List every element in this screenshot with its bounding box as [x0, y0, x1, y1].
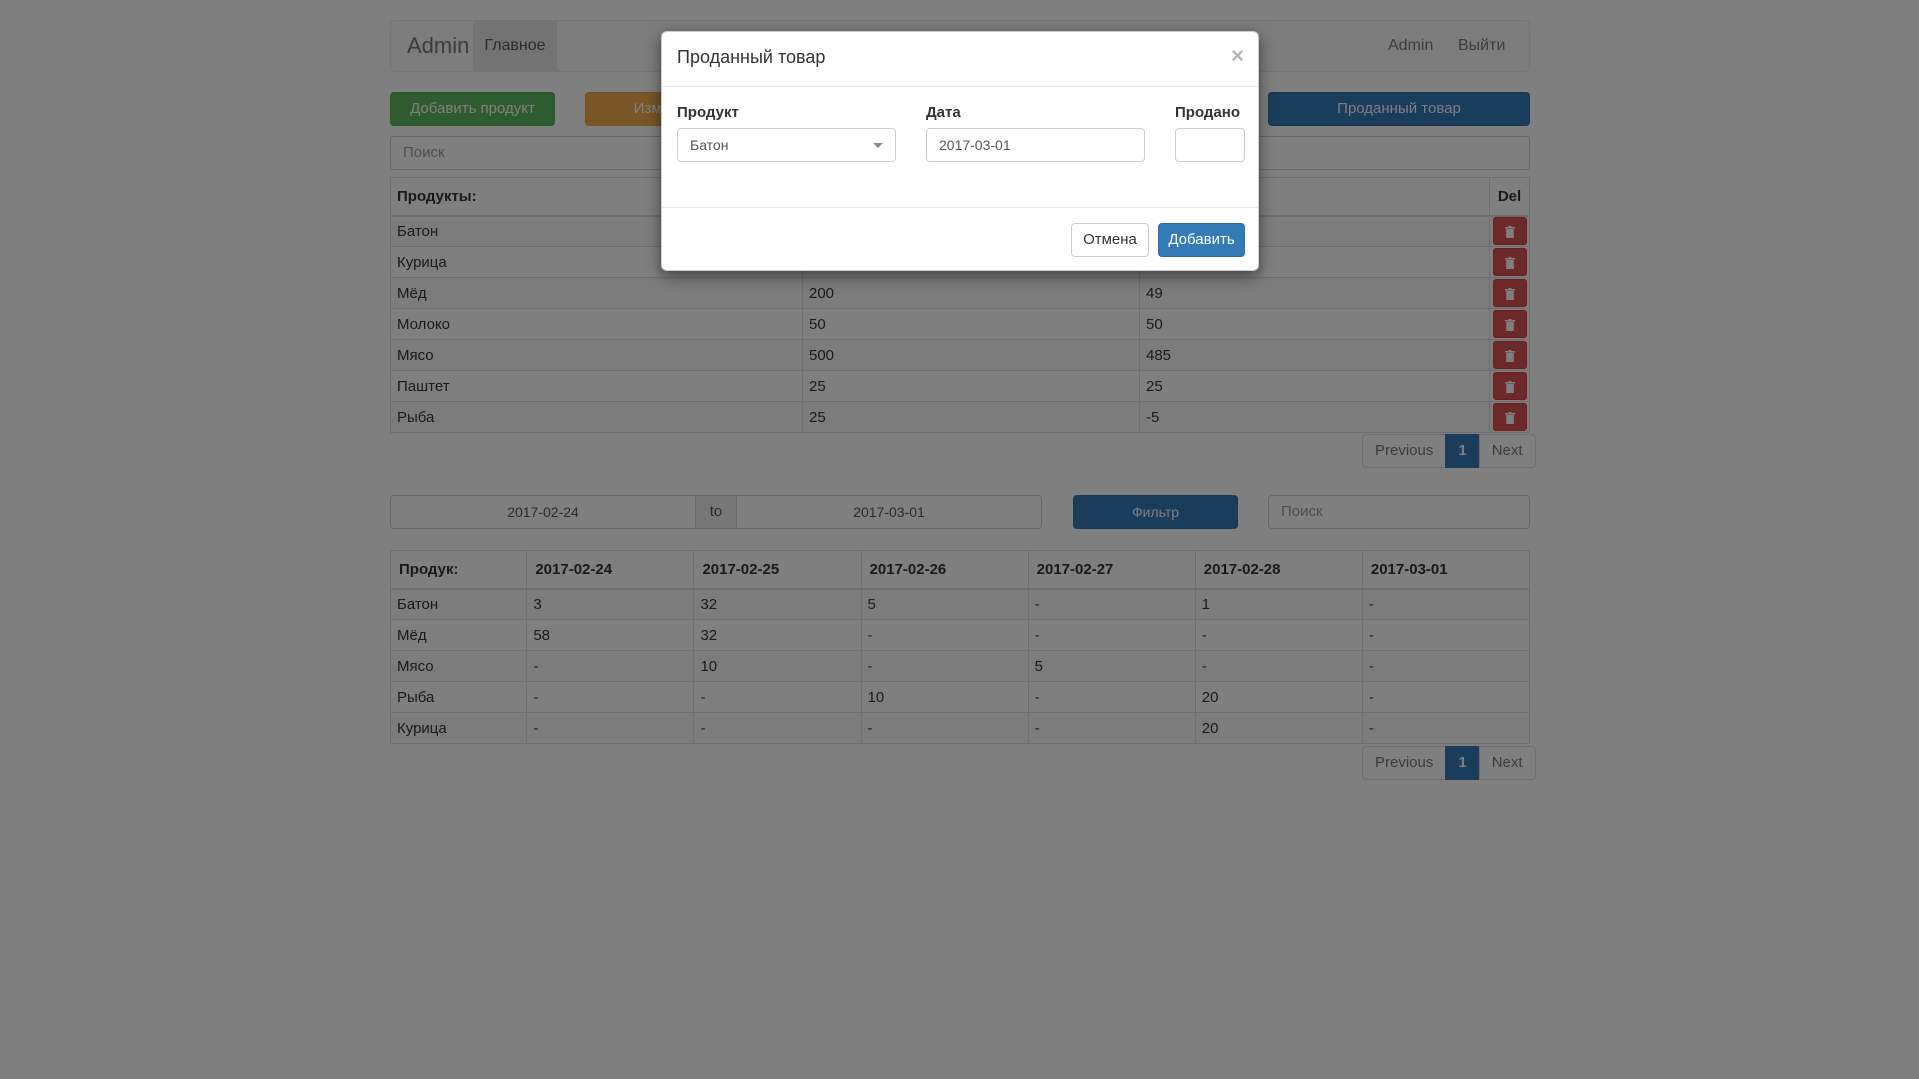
date-field[interactable]: 2017-03-01: [926, 128, 1145, 162]
sold-quantity-value: [1176, 137, 1188, 153]
cancel-button[interactable]: Отмена: [1071, 223, 1149, 257]
product-label: Продукт: [677, 104, 739, 121]
modal-title: Проданный товар: [677, 47, 826, 67]
date-field-value: 2017-03-01: [939, 137, 1011, 153]
sold-quantity-input[interactable]: [1175, 128, 1245, 162]
add-button[interactable]: Добавить: [1158, 223, 1245, 257]
sold-goods-modal: Проданный товар × Продукт Батон Дата 201…: [661, 31, 1259, 271]
product-select[interactable]: Батон: [677, 128, 896, 162]
product-select-value: Батон: [690, 137, 729, 153]
modal-header: Проданный товар ×: [662, 32, 1258, 87]
modal-footer: Отмена Добавить: [662, 207, 1258, 270]
date-label: Дата: [926, 104, 961, 121]
chevron-down-icon: [873, 143, 883, 148]
close-icon[interactable]: ×: [1231, 43, 1244, 69]
sold-label: Продано: [1175, 104, 1240, 121]
